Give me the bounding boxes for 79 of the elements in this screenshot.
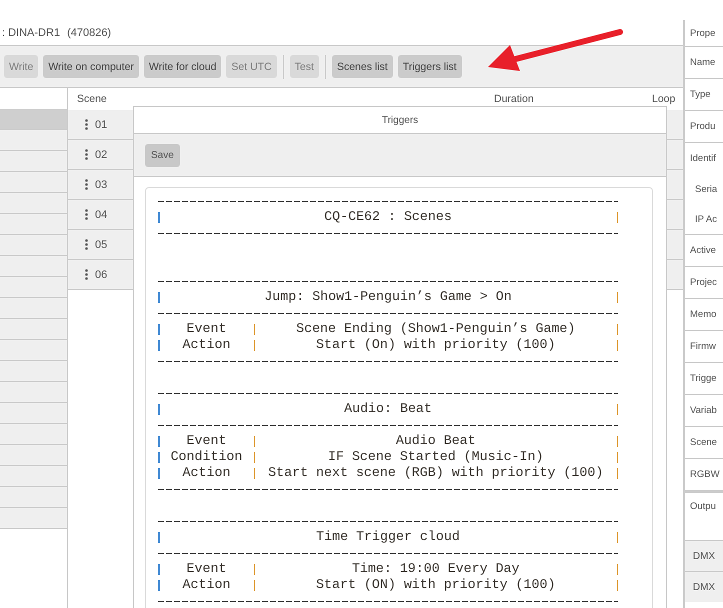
scene-number: 04: [95, 208, 108, 220]
list-row[interactable]: [0, 277, 67, 298]
property-label: IP Ac: [695, 214, 718, 224]
scene-number: 01: [95, 118, 108, 130]
drag-handle-icon[interactable]: [85, 179, 88, 190]
property-label: Type: [690, 89, 711, 100]
list-row[interactable]: [0, 298, 67, 319]
property-label: Scene: [690, 437, 717, 448]
property-label: Firmw: [690, 341, 716, 352]
scene-number: 03: [95, 178, 108, 190]
trigger-field-label: Action: [182, 465, 232, 481]
list-row[interactable]: [0, 403, 67, 424]
toolbar-button[interactable]: Write on computer: [43, 55, 139, 78]
property-label: Seria: [695, 184, 718, 194]
trigger-field-value: Start next scene (RGB) with priority (100): [267, 465, 604, 481]
trigger-field-value: Start (ON) with priority (100): [315, 577, 556, 593]
list-row[interactable]: [0, 466, 67, 487]
property-label: Memo: [690, 309, 716, 320]
list-row[interactable]: [0, 340, 67, 361]
property-label: Projec: [690, 277, 717, 288]
property-label: Name: [690, 57, 716, 68]
trigger-field-label: Action: [182, 337, 232, 353]
list-row[interactable]: [0, 508, 67, 529]
trigger-field-value: IF Scene Started (Music-In): [327, 449, 544, 465]
column-header: Scene: [77, 93, 107, 105]
property-label: DMX: [692, 550, 716, 562]
toolbar-button[interactable]: Scenes list: [332, 55, 393, 78]
trigger-field-value: Audio Beat: [394, 433, 477, 449]
trigger-field-label: Event: [186, 561, 228, 577]
dialog-title: Triggers: [382, 114, 418, 126]
trigger-field-value: Start (On) with priority (100): [315, 337, 556, 353]
report-title: CQ-CE62 : Scenes: [323, 209, 453, 225]
list-row[interactable]: [0, 319, 67, 340]
list-row[interactable]: [0, 445, 67, 466]
list-row[interactable]: [0, 256, 67, 277]
property-label: Produ: [690, 121, 716, 132]
scene-number: 02: [95, 148, 108, 160]
save-button[interactable]: Save: [145, 144, 180, 166]
drag-handle-icon[interactable]: [85, 209, 88, 220]
trigger-field-label: Event: [186, 433, 228, 449]
device-serial: (470826): [67, 26, 112, 38]
device-name: : DINA-DR1: [2, 26, 60, 38]
list-row[interactable]: [0, 193, 67, 214]
list-row[interactable]: [0, 214, 67, 235]
scene-number: 06: [95, 268, 108, 280]
trigger-field-label: Event: [186, 321, 228, 337]
list-row[interactable]: [0, 172, 67, 193]
trigger-field-label: Action: [182, 577, 232, 593]
trigger-field-value: Scene Ending (Show1-Penguin’s Game): [295, 321, 576, 337]
property-label: Identif: [690, 153, 716, 164]
list-row[interactable]: [0, 151, 67, 172]
list-row[interactable]: [0, 235, 67, 256]
trigger-field-label: Condition: [170, 449, 244, 465]
property-label: Trigge: [690, 373, 717, 384]
property-label: DMX: [692, 582, 716, 592]
property-label: Outpu: [690, 501, 716, 512]
trigger-title: Time Trigger cloud: [315, 529, 461, 545]
column-header: Loop: [652, 93, 676, 105]
scene-number: 05: [95, 238, 108, 250]
property-label: RGBW: [690, 469, 720, 480]
property-label: Active: [690, 245, 716, 256]
list-row[interactable]: [0, 130, 67, 151]
property-label: Prope: [690, 28, 716, 38]
property-label: Variab: [690, 405, 717, 416]
drag-handle-icon[interactable]: [85, 269, 88, 280]
trigger-title: Jump: Show1-Penguin’s Game > On: [263, 289, 513, 305]
list-row[interactable]: [0, 109, 67, 130]
drag-handle-icon[interactable]: [85, 239, 88, 250]
column-header: Duration: [494, 93, 534, 105]
list-row[interactable]: [0, 424, 67, 445]
trigger-title: Audio: Beat: [343, 401, 433, 417]
list-row[interactable]: [0, 487, 67, 508]
list-row[interactable]: [0, 382, 67, 403]
drag-handle-icon[interactable]: [85, 149, 88, 160]
trigger-field-value: Time: 19:00 Every Day: [350, 561, 521, 577]
toolbar-button[interactable]: Write for cloud: [144, 55, 222, 78]
toolbar-button[interactable]: Triggers list: [398, 55, 462, 78]
list-row[interactable]: [0, 361, 67, 382]
drag-handle-icon[interactable]: [85, 119, 88, 130]
